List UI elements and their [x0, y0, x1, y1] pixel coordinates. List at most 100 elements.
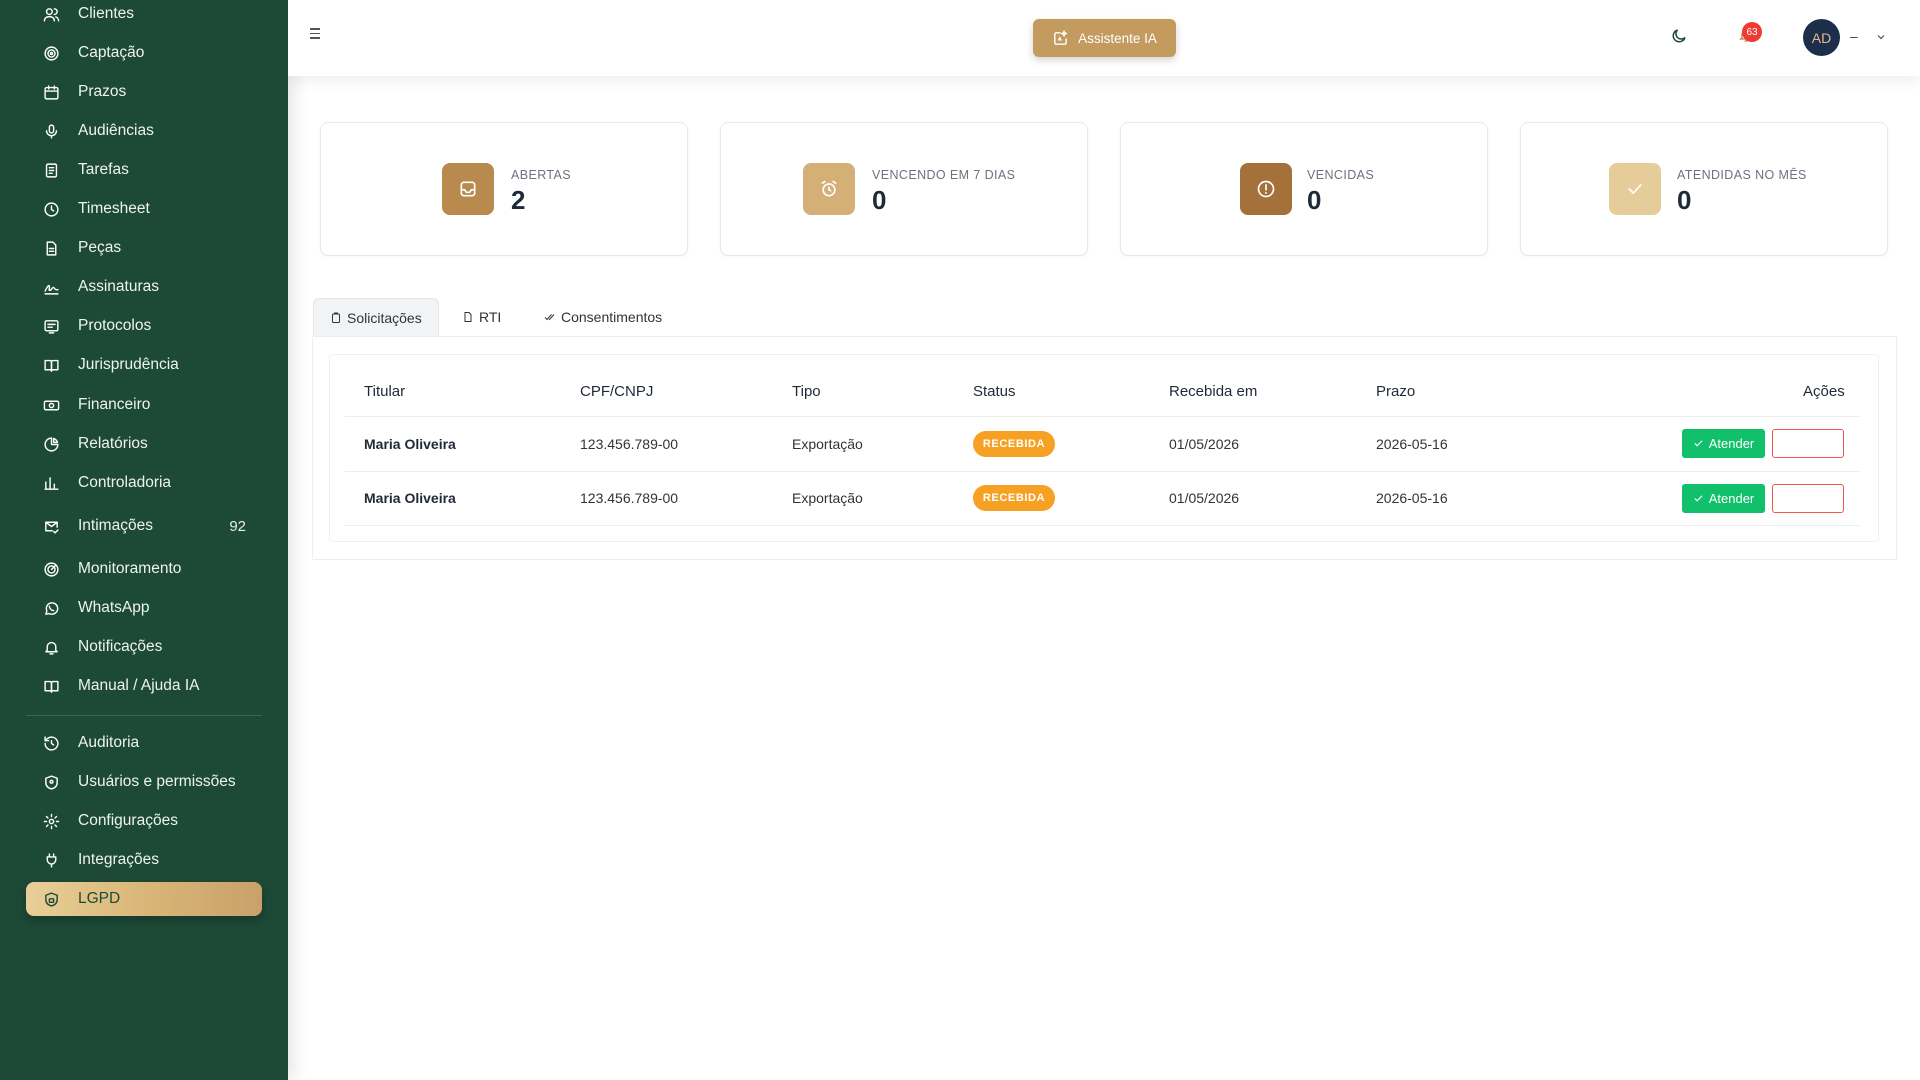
sidebar-item-label: Captação: [78, 44, 145, 61]
inbox-icon: [442, 163, 494, 215]
stat-value: 0: [1677, 185, 1692, 215]
sidebar-item-label: Auditoria: [78, 734, 140, 751]
ai-sparkle-icon: [1054, 29, 1068, 45]
sidebar-item-tarefas[interactable]: Tarefas: [26, 153, 262, 187]
tab-rti[interactable]: RTI: [446, 298, 517, 336]
document-icon: [42, 239, 60, 257]
sidebar-divider: [26, 715, 262, 716]
stat-label: ATENDIDAS NO MÊS: [1677, 168, 1807, 182]
sidebar-item-label: Intimações: [78, 517, 153, 534]
sidebar-item-monitoramento[interactable]: Monitoramento: [26, 552, 262, 586]
sidebar-item-label: Peças: [78, 239, 122, 256]
sidebar-item-controladoria[interactable]: Controladoria: [26, 466, 262, 500]
sidebar-item-clientes[interactable]: Clientes: [26, 0, 262, 31]
cell-recebida-em: 01/05/2026: [1169, 436, 1240, 452]
alarm-icon: [803, 163, 855, 215]
sidebar-item-relatorios[interactable]: Relatórios: [26, 427, 262, 461]
file-icon: [464, 312, 472, 322]
stat-label: VENCENDO EM 7 DIAS: [872, 168, 1016, 182]
avatar[interactable]: AD: [1803, 19, 1840, 56]
atender-button[interactable]: Atender: [1682, 484, 1765, 513]
sidebar-item-label: Controladoria: [78, 474, 172, 491]
table-row-divider: [345, 471, 1860, 472]
stat-card-abertas: ABERTAS 2: [320, 122, 688, 256]
cell-tipo: Exportação: [792, 490, 863, 506]
users-icon: [42, 5, 60, 23]
cell-titular: Maria Oliveira: [364, 490, 456, 506]
sidebar-item-captacao[interactable]: Captação: [26, 36, 262, 70]
alert-circle-icon: [1240, 163, 1292, 215]
sidebar-item-protocolos[interactable]: Protocolos: [26, 309, 262, 343]
sidebar-item-prazos[interactable]: Prazos: [26, 75, 262, 109]
notifications-count-badge: 63: [1742, 22, 1762, 42]
chevron-down-icon[interactable]: [1875, 30, 1889, 44]
sidebar-item-manual-ajuda[interactable]: Manual / Ajuda IA: [26, 669, 262, 703]
assistente-ia-button[interactable]: Assistente IA: [1033, 19, 1176, 57]
sidebar-item-notificacoes[interactable]: Notificações: [26, 630, 262, 664]
sidebar-item-label: Assinaturas: [78, 278, 159, 295]
stat-card-vencendo: VENCENDO EM 7 DIAS 0: [720, 122, 1088, 256]
plug-icon: [42, 851, 60, 869]
protocol-icon: [42, 317, 60, 335]
shield-icon: [42, 773, 60, 791]
check-icon: [1694, 440, 1703, 447]
sidebar-item-label: Timesheet: [78, 200, 150, 217]
cell-cpf-cnpj: 123.456.789-00: [580, 436, 679, 452]
stat-card-atendidas: ATENDIDAS NO MÊS 0: [1520, 122, 1888, 256]
clipboard-icon: [332, 312, 340, 323]
reject-button[interactable]: [1772, 484, 1844, 513]
sidebar-item-intimacoes[interactable]: Intimações 92: [26, 509, 262, 543]
sidebar-item-jurisprudencia[interactable]: Jurisprudência: [26, 348, 262, 382]
check-icon: [1694, 495, 1703, 502]
sidebar-item-lgpd[interactable]: LGPD: [26, 882, 262, 916]
reject-button[interactable]: [1772, 429, 1844, 458]
cell-tipo: Exportação: [792, 436, 863, 452]
calendar-icon: [42, 83, 60, 101]
sidebar-item-whatsapp[interactable]: WhatsApp: [26, 591, 262, 625]
book-open-icon: [42, 677, 60, 695]
shield-lock-icon: [42, 890, 60, 908]
sidebar-item-integracoes[interactable]: Integrações: [26, 843, 262, 877]
sidebar-item-assinaturas[interactable]: Assinaturas: [26, 270, 262, 304]
tab-solicitacoes[interactable]: Solicitações: [313, 298, 439, 336]
atender-label: Atender: [1708, 491, 1755, 506]
dark-mode-toggle[interactable]: [1670, 27, 1690, 47]
sidebar: Clientes Captação Prazos Audiências Tare…: [0, 0, 288, 1080]
stat-label: VENCIDAS: [1307, 168, 1375, 182]
stat-value: 0: [1307, 185, 1322, 215]
sidebar-item-label: Usuários e permissões: [78, 773, 236, 790]
menu-toggle-icon[interactable]: [310, 28, 324, 42]
sidebar-item-label: LGPD: [78, 890, 121, 907]
topbar: Assistente IA 63 AD –: [288, 0, 1920, 76]
sidebar-item-label: Configurações: [78, 812, 178, 829]
cell-prazo: 2026-05-16: [1376, 490, 1448, 506]
sidebar-item-audiencias[interactable]: Audiências: [26, 114, 262, 148]
sidebar-item-usuarios-permissoes[interactable]: Usuários e permissões: [26, 765, 262, 799]
cell-cpf-cnpj: 123.456.789-00: [580, 490, 679, 506]
sidebar-item-financeiro[interactable]: Financeiro: [26, 388, 262, 422]
stat-card-vencidas: VENCIDAS 0: [1120, 122, 1488, 256]
atender-button[interactable]: Atender: [1682, 429, 1765, 458]
column-header-status: Status: [973, 383, 1016, 400]
mail-check-icon: [42, 517, 60, 535]
intimacoes-count-badge: 92: [229, 517, 246, 535]
sidebar-item-pecas[interactable]: Peças: [26, 231, 262, 265]
sidebar-item-label: Manual / Ajuda IA: [78, 677, 200, 694]
book-icon: [42, 356, 60, 374]
sidebar-item-auditoria[interactable]: Auditoria: [26, 726, 262, 760]
check-all-icon: [544, 314, 555, 321]
microphone-icon: [42, 122, 60, 140]
sidebar-item-label: WhatsApp: [78, 599, 150, 616]
sidebar-item-label: Clientes: [78, 5, 134, 22]
column-header-acoes: Ações: [1803, 383, 1845, 400]
column-header-prazo: Prazo: [1376, 383, 1416, 400]
check-icon: [1609, 163, 1661, 215]
assistente-ia-label: Assistente IA: [1078, 30, 1157, 46]
sidebar-item-configuracoes[interactable]: Configurações: [26, 804, 262, 838]
user-name[interactable]: –: [1850, 28, 1858, 44]
cell-titular: Maria Oliveira: [364, 436, 456, 452]
tab-consentimentos[interactable]: Consentimentos: [528, 298, 678, 336]
sidebar-item-timesheet[interactable]: Timesheet: [26, 192, 262, 226]
column-header-recebida-em: Recebida em: [1169, 383, 1258, 400]
tab-label: Solicitações: [347, 309, 422, 326]
